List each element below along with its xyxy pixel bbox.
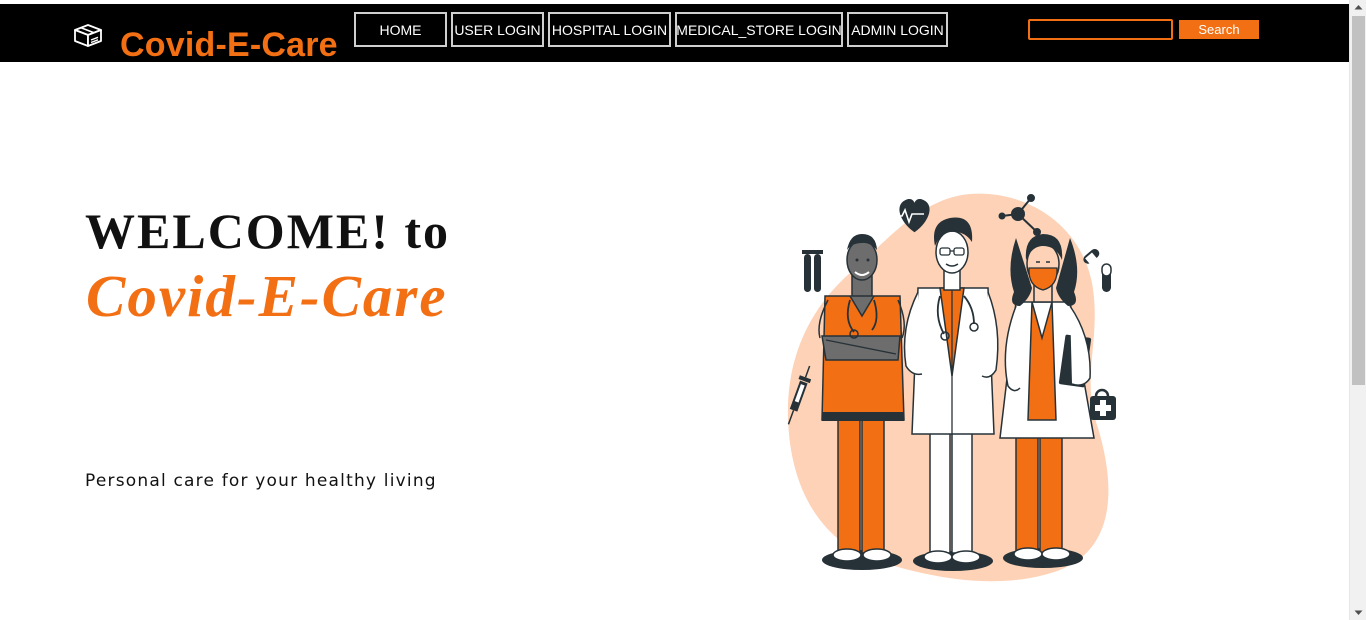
scroll-up-arrow-icon[interactable] (1350, 0, 1366, 15)
brand-title[interactable]: Covid-E-Care (120, 24, 338, 66)
nav-home-button[interactable]: HOME (354, 12, 447, 47)
scrollbar-thumb[interactable] (1352, 16, 1365, 385)
medical-staff-illustration (780, 188, 1125, 583)
medical-bag-icon (1090, 388, 1116, 420)
box-icon[interactable] (72, 21, 104, 49)
nav-admin-login-button[interactable]: ADMIN LOGIN (847, 12, 948, 47)
welcome-heading: WELCOME! to (85, 203, 451, 259)
vertical-scrollbar[interactable] (1349, 0, 1366, 620)
scroll-down-arrow-icon[interactable] (1350, 605, 1366, 620)
test-tubes-icon (802, 250, 823, 292)
hero-tagline: Personal care for your healthy living (85, 471, 437, 491)
nav-hospital-login-button[interactable]: HOSPITAL LOGIN (548, 12, 671, 47)
search-button[interactable]: Search (1179, 20, 1259, 39)
welcome-brand-heading: Covid-E-Care (86, 263, 448, 329)
nav-user-login-button[interactable]: USER LOGIN (451, 12, 544, 47)
nav-medical-store-login-button[interactable]: MEDICAL_STORE LOGIN (675, 12, 843, 47)
search-input[interactable] (1028, 19, 1173, 40)
